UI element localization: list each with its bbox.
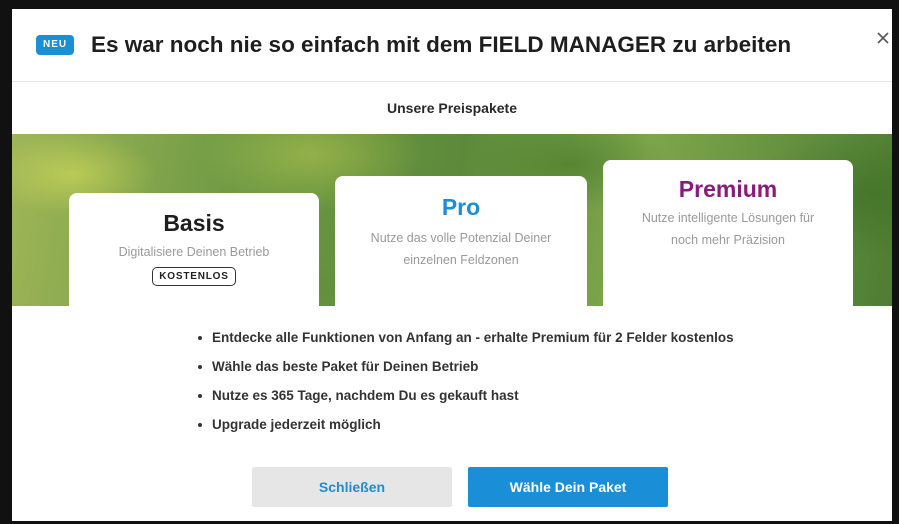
features-section: Entdecke alle Funktionen von Anfang an -… <box>12 306 892 446</box>
field-banner-image: Basis Digitalisiere Deinen Betrieb KOSTE… <box>12 134 892 306</box>
plan-title-pro: Pro <box>441 194 481 220</box>
pricing-subheading: Unsere Preispakete <box>12 82 892 134</box>
plan-card-pro[interactable]: Pro Nutze das volle Potenzial Deiner einz… <box>335 176 587 306</box>
plan-title-premium: Premium <box>678 176 778 202</box>
plan-card-premium[interactable]: Premium Nutze intelligente Lösungen für n… <box>603 160 853 306</box>
close-button[interactable]: Schließen <box>252 467 452 507</box>
plan-desc-pro: Nutze das volle Potenzial Deiner einzelne… <box>370 231 552 267</box>
choose-plan-button[interactable]: Wähle Dein Paket <box>468 467 668 507</box>
plan-desc-basis: Digitalisiere Deinen Betrieb <box>118 245 270 259</box>
feature-item: Nutze es 365 Tage, nachdem Du es gekauft… <box>198 386 734 415</box>
free-tag: KOSTENLOS <box>152 267 236 286</box>
dialog-title: Es war noch nie so einfach mit dem FIELD… <box>91 32 792 57</box>
plan-desc-premium: Nutze intelligente Lösungen für noch mehr… <box>641 211 815 247</box>
feature-list: Entdecke alle Funktionen von Anfang an -… <box>198 328 734 444</box>
dialog-header: NEU Es war noch nie so einfach mit dem F… <box>12 9 892 82</box>
plan-card-basis[interactable]: Basis Digitalisiere Deinen Betrieb KOSTE… <box>69 193 319 306</box>
feature-item: Upgrade jederzeit möglich <box>198 415 734 444</box>
new-badge: NEU <box>36 35 75 55</box>
feature-item: Wähle das beste Paket für Deinen Betrieb <box>198 357 734 386</box>
feature-item: Entdecke alle Funktionen von Anfang an -… <box>198 328 734 357</box>
close-icon[interactable] <box>874 29 892 47</box>
plan-title-basis: Basis <box>163 210 225 236</box>
